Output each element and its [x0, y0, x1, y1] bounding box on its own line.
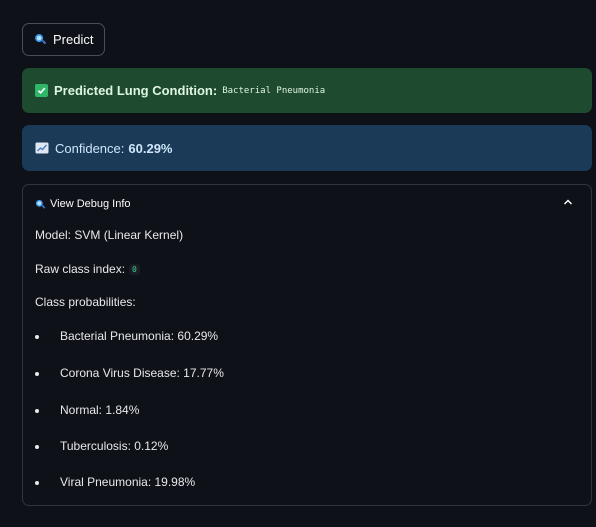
prediction-value: Bacterial Pneumonia: [222, 85, 326, 96]
magnifier-icon: [35, 34, 47, 45]
magnifier-icon: [35, 199, 46, 208]
confidence-value: 60.29%: [128, 140, 173, 156]
model-line: Model: SVM (Linear Kernel): [35, 228, 184, 242]
bullet-icon: [35, 409, 39, 413]
prediction-label: Predicted Lung Condition:: [54, 83, 218, 98]
confidence-info-alert: Confidence: 60.29%: [22, 125, 592, 171]
list-item: Normal: 1.84%: [60, 403, 140, 417]
chart-increasing-icon: [35, 142, 49, 154]
debug-expander: View Debug Info Model: SVM (Linear Kerne…: [22, 184, 592, 506]
list-item: Tuberculosis: 0.12%: [60, 439, 169, 453]
prediction-success-alert: Predicted Lung Condition: Bacterial Pneu…: [22, 68, 592, 113]
list-item: Viral Pneumonia: 19.98%: [60, 475, 196, 489]
check-box-icon: [35, 84, 48, 97]
debug-expander-header[interactable]: View Debug Info: [23, 185, 591, 223]
predict-button[interactable]: Predict: [22, 23, 106, 56]
debug-expander-title: View Debug Info: [50, 198, 131, 210]
confidence-label: Confidence:: [55, 140, 125, 156]
raw-class-index-label: Raw class index:: [35, 262, 126, 276]
class-probabilities-heading: Class probabilities:: [35, 295, 136, 309]
raw-class-index-value: 0: [129, 264, 140, 276]
app-page: Predict Predicted Lung Condition: Bacter…: [0, 0, 596, 527]
predict-button-label: Predict: [53, 32, 94, 47]
list-item: Corona Virus Disease: 17.77%: [60, 366, 224, 380]
bullet-icon: [35, 481, 39, 485]
chevron-up-icon[interactable]: [563, 198, 573, 206]
bullet-icon: [35, 335, 39, 339]
bullet-icon: [35, 445, 39, 449]
list-item: Bacterial Pneumonia: 60.29%: [60, 329, 219, 343]
raw-class-index-line: Raw class index: 0: [35, 262, 140, 276]
bullet-icon: [35, 372, 39, 376]
